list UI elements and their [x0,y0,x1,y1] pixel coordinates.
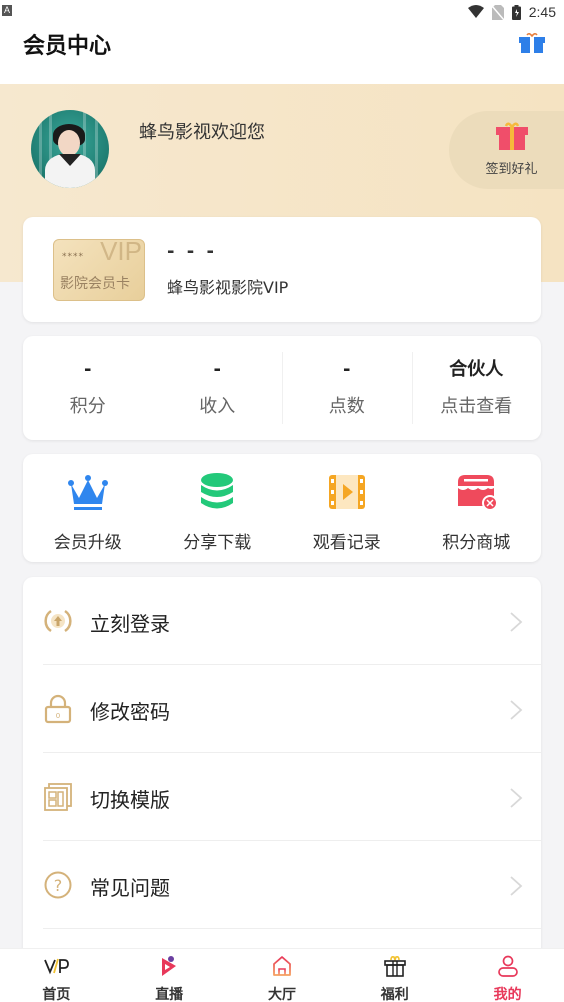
wifi-icon [467,5,484,18]
svg-text:0: 0 [56,712,60,720]
gift-icon [496,122,528,150]
quick-action-upgrade[interactable]: 会员升级 [23,454,153,562]
stat-income[interactable]: - 收入 [153,336,283,440]
tab-label: 大厅 [267,987,296,1002]
settings-menu: 立刻登录 0 修改密码 切换模版 ? 常见问题 [23,577,541,957]
chevron-right-icon [510,612,523,632]
gift-icon[interactable] [518,32,546,54]
menu-item-label: 立刻登录 [90,612,170,636]
tab-hall[interactable]: 大厅 [226,949,339,1002]
svg-text:?: ? [54,876,63,895]
status-bar: A 2:45 [0,0,564,24]
menu-item-login[interactable]: 立刻登录 [23,577,541,665]
menu-item-change-password[interactable]: 0 修改密码 [23,665,541,753]
menu-item-label: 常见问题 [90,876,170,900]
stat-value: - [84,359,92,380]
welcome-text: 蜂鸟影视欢迎您 [139,122,265,143]
stat-value: - [343,359,351,380]
chevron-right-icon [510,876,523,896]
member-id: - - - [167,241,217,262]
quick-action-label: 观看记录 [312,533,381,553]
signin-gift-button[interactable]: 签到好礼 [449,111,564,189]
signin-label: 签到好礼 [485,162,538,177]
menu-item-faq[interactable]: ? 常见问题 [23,841,541,929]
stats-card: - 积分 - 收入 - 点数 合伙人 点击查看 [23,336,541,440]
chevron-right-icon [510,788,523,808]
lock-icon: 0 [44,694,72,724]
film-icon [328,475,365,509]
app-header: 会员中心 [0,24,564,84]
status-icons: 2:45 [467,3,556,21]
stat-credits[interactable]: - 点数 [282,336,412,440]
stat-points[interactable]: - 积分 [23,336,153,440]
stat-label: 积分 [69,396,106,417]
tab-home[interactable]: 首页 [0,949,113,1002]
live-icon [162,956,177,976]
bottom-tab-bar: 首页 直播 大厅 福利 我的 [0,948,564,1002]
page-title: 会员中心 [23,34,112,59]
divider [43,928,541,929]
vip-badge-vip: VIP [100,239,142,266]
login-icon [44,609,72,633]
vip-card[interactable]: **** VIP 影院会员卡 - - - 蜂鸟影视影院VIP [23,217,541,322]
avatar[interactable] [31,110,109,188]
quick-action-history[interactable]: 观看记录 [282,454,412,562]
tab-label: 福利 [380,987,409,1002]
quick-action-label: 分享下载 [183,533,252,553]
tab-mine[interactable]: 我的 [451,949,564,1002]
quick-action-label: 会员升级 [53,533,122,553]
vip-icon [44,958,70,975]
store-icon [458,475,499,511]
template-icon [44,783,72,811]
user-icon [497,955,518,977]
stat-value: - [213,359,221,380]
no-sim-icon [491,4,504,20]
stat-label: 收入 [199,396,236,417]
home-icon [273,956,291,976]
vip-badge: **** VIP 影院会员卡 [53,239,145,301]
quick-action-share[interactable]: 分享下载 [153,454,283,562]
menu-item-label: 修改密码 [90,700,170,724]
tab-live[interactable]: 直播 [113,949,226,1002]
tab-label: 我的 [493,987,522,1002]
tab-label: 直播 [155,987,184,1002]
gift-icon [383,956,406,977]
clock: 2:45 [528,4,556,20]
quick-action-store[interactable]: 积分商城 [412,454,542,562]
stat-partner[interactable]: 合伙人 点击查看 [411,336,542,440]
database-icon [201,473,234,509]
crown-icon [67,475,108,510]
quick-actions-card: 会员升级 分享下载 观看记录 积分商城 [23,454,541,562]
vip-badge-stars: **** [62,252,84,262]
notification-icon: A [2,5,12,16]
chevron-right-icon [510,700,523,720]
quick-action-label: 积分商城 [442,533,511,553]
menu-item-label: 切换模版 [90,788,170,812]
stat-label: 点击查看 [440,396,513,417]
tab-label: 首页 [42,987,71,1002]
stat-label: 点数 [328,396,365,417]
stat-value: 合伙人 [449,359,504,380]
tab-welfare[interactable]: 福利 [338,949,451,1002]
menu-item-switch-template[interactable]: 切换模版 [23,753,541,841]
question-icon: ? [44,871,72,899]
vip-level-name: 蜂鸟影视影院VIP [167,278,289,297]
battery-icon [511,4,521,20]
vip-badge-name: 影院会员卡 [60,276,130,292]
